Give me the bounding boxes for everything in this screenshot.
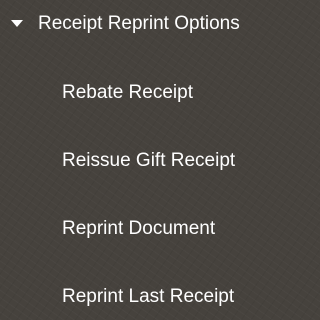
menu-item-label: Reprint Last Receipt — [62, 286, 235, 307]
menu-item-label: Reprint Document — [62, 218, 216, 239]
receipt-reprint-options-group[interactable]: Receipt Reprint Options — [0, 0, 287, 48]
menu-item-rebate-receipt[interactable]: Rebate Receipt — [0, 71, 287, 115]
menu-item-label: Reissue Gift Receipt — [62, 150, 236, 171]
receipt-reprint-menu: Receipt Reprint Options Rebate Receipt R… — [0, 0, 287, 320]
menu-item-reissue-gift-receipt[interactable]: Reissue Gift Receipt — [0, 139, 287, 183]
menu-item-reprint-document[interactable]: Reprint Document — [0, 207, 287, 251]
menu-item-label: Rebate Receipt — [62, 82, 193, 103]
caret-down-icon — [11, 20, 23, 27]
group-label: Receipt Reprint Options — [38, 13, 240, 34]
menu-item-reprint-last-receipt[interactable]: Reprint Last Receipt — [0, 275, 287, 319]
